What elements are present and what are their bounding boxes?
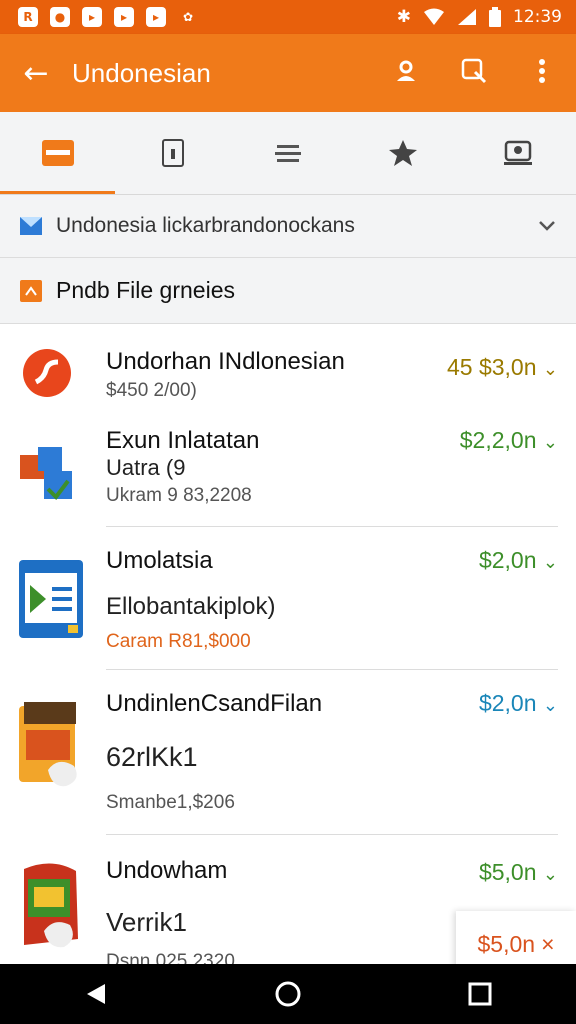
card-icon [41,140,74,166]
file-category-row[interactable]: Pndb File grneies [0,258,576,324]
item-name: Umolatsia [106,547,213,574]
notification-icon: ▸ [114,7,134,27]
item-name: UndinlenCsandFilan [106,690,323,717]
chevron-down-icon[interactable]: ⌄ [543,864,558,884]
price-value: $5,0n [478,859,537,885]
recents-square-icon [468,982,492,1006]
notification-icon: ● [50,7,70,27]
app-logo-icon [23,349,71,397]
chevron-down-icon[interactable]: ⌄ [543,695,558,715]
mail-icon [20,217,42,235]
tab-bar [0,112,576,195]
tab-document[interactable] [115,112,230,194]
system-nav-bar [0,964,576,1024]
list-item[interactable]: UndinlenCsandFilan 62rlKk1 Smanbe1,$206 … [0,670,576,834]
account-icon[interactable] [372,59,440,87]
price-value: $2,2,0n [459,427,537,453]
tab-account[interactable] [461,112,576,194]
bluetooth-icon: ✱ [396,7,411,27]
tab-list[interactable] [230,112,345,194]
item-meta: Caram R81,$000 [106,631,251,652]
item-price: $2,0n ⌄ [479,547,558,574]
item-meta: Smanbe1,$206 [106,792,235,813]
item-name: Exun Inlatatan [106,427,260,454]
nav-home-button[interactable] [258,964,318,1024]
item-meta: Ukram 9 83,2208 [106,485,252,506]
star-icon [389,140,418,166]
chevron-down-icon[interactable]: ⌄ [543,432,558,452]
account-box-icon [504,140,533,165]
chevron-down-icon[interactable]: ⌄ [543,552,558,572]
nav-recents-button[interactable] [450,964,510,1024]
search-icon[interactable] [440,58,508,88]
notification-icon: R [18,7,38,27]
list-item[interactable]: Undowham Verrik1 Dsnn 025 2320 $5,0n ⌄ $… [0,835,576,977]
chevron-down-icon[interactable]: ⌄ [543,359,558,379]
wifi-icon [424,8,444,25]
item-price: $2,2,0n ⌄ [460,427,558,454]
overflow-menu-icon[interactable] [508,58,576,88]
file-icon [20,279,42,302]
list-icon [275,145,301,162]
list-item[interactable]: Undorhan INdlonesian $450 2/00) 45 $3,0n… [0,324,576,419]
notification-icon: ▸ [146,7,166,27]
item-name: Undorhan INdlonesian [106,348,345,375]
price-value: $2,0n [478,690,537,716]
filter-label: Undonesia lickarbrandonockans [56,214,355,237]
chevron-down-icon[interactable] [538,220,556,232]
filter-dropdown[interactable]: Undonesia lickarbrandonockans [0,195,576,258]
app-tiles-icon [20,447,72,501]
item-price: $5,0n ⌄ [479,859,558,886]
list-item[interactable]: Umolatsia Ellobantakiplok) Caram R81,$00… [0,527,576,669]
close-icon[interactable]: × [541,931,554,958]
status-time: 12:39 [513,7,562,27]
app-gift-icon [24,863,78,948]
price-value: $5,0n [477,930,536,957]
price-value: 45 $3,0n [446,354,537,380]
battery-icon [489,7,501,27]
tab-favorites[interactable] [346,112,461,194]
notification-icon: ✿ [182,10,194,24]
item-subtitle: Ellobantakiplok) [106,593,276,620]
item-name: Undowham [106,857,228,884]
document-icon [161,139,184,167]
filter-label: Pndb File grneies [56,277,235,303]
item-meta: $450 2/00) [106,380,197,401]
app-package-icon [19,702,77,787]
item-subtitle: 62rlKk1 [106,742,198,772]
notification-icon: ▸ [82,7,102,27]
app-book-icon [19,560,83,638]
nav-back-button[interactable] [66,964,126,1024]
app-bar: ← Undonesian [0,34,576,112]
home-circle-icon [275,981,301,1007]
item-subtitle: Verrik1 [106,907,187,937]
back-triangle-icon [87,984,105,1004]
back-arrow-icon[interactable]: ← [0,56,72,91]
list-item[interactable]: Exun Inlatatan Uatra (9 Ukram 9 83,2208 … [0,419,576,526]
signal-icon [458,9,476,25]
tab-cards[interactable] [0,112,116,194]
status-bar: R ● ▸ ▸ ▸ ✿ ✱ 12:39 [0,0,576,34]
price-value: $2,0n [478,547,537,573]
item-price: 45 $3,0n ⌄ [447,354,558,381]
page-title: Undonesian [72,57,211,88]
item-subtitle: Uatra (9 [106,455,186,480]
item-price: $2,0n ⌄ [479,690,558,717]
